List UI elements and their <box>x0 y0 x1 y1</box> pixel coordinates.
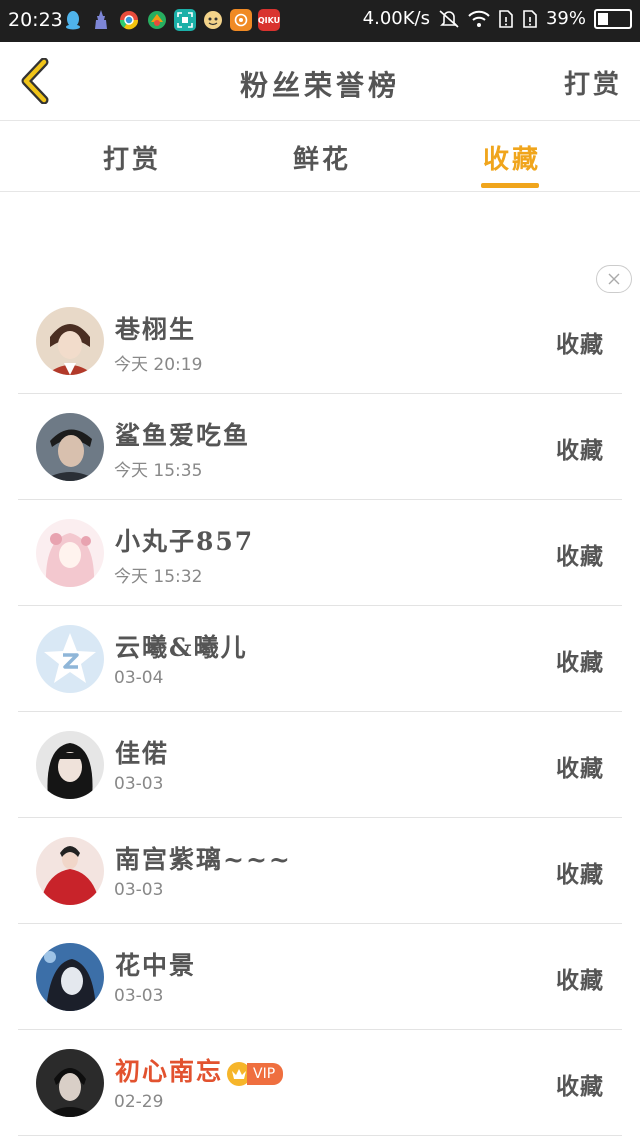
list-item[interactable]: 鲨鱼爱吃鱼 今天 15:35 收藏 <box>18 394 622 500</box>
fan-list: 巷栩生 今天 20:19 收藏 鲨鱼爱吃鱼 今天 15:35 收藏 小丸子857… <box>18 288 622 1136</box>
vip-label: VIP <box>247 1062 284 1085</box>
notification-icons: QIKU <box>62 9 280 31</box>
fan-time: 03-03 <box>114 774 164 794</box>
chrome-icon <box>118 9 140 31</box>
active-tab-indicator <box>481 183 539 188</box>
tab-favorites[interactable]: 收藏 <box>483 139 541 176</box>
tab-flowers[interactable]: 鲜花 <box>293 139 351 176</box>
list-item[interactable]: 小丸子857 今天 15:32 收藏 <box>18 500 622 606</box>
fan-action: 收藏 <box>556 755 604 782</box>
vip-badge: VIP <box>227 1061 284 1086</box>
battery-icon <box>594 8 632 29</box>
fan-action: 收藏 <box>556 967 604 994</box>
fan-name: 南宫紫璃~~~ <box>115 845 292 874</box>
close-icon <box>608 273 620 285</box>
status-right: 4.00K/s 39% <box>363 8 632 29</box>
fan-time: 02-29 <box>114 1092 164 1112</box>
fan-action: 收藏 <box>556 649 604 676</box>
list-item[interactable]: 佳偌 03-03 收藏 <box>18 712 622 818</box>
fan-name: 云曦&曦儿 <box>115 633 248 662</box>
status-time: 20:23 <box>8 9 63 31</box>
tab-bar: 打赏 鲜花 收藏 <box>0 121 640 192</box>
fan-action: 收藏 <box>556 861 604 888</box>
mute-icon <box>439 9 459 28</box>
avatar[interactable] <box>36 413 104 481</box>
page-title: 粉丝荣誉榜 <box>239 69 400 102</box>
tab-reward[interactable]: 打赏 <box>103 139 161 176</box>
fan-time: 03-03 <box>114 986 164 1006</box>
fan-time: 03-03 <box>114 880 164 900</box>
avatar[interactable] <box>36 307 104 375</box>
mail-icon <box>230 9 252 31</box>
fan-action: 收藏 <box>556 437 604 464</box>
qq-icon <box>62 9 84 31</box>
fan-name: 花中景 <box>115 951 197 980</box>
list-item[interactable]: 南宫紫璃~~~ 03-03 收藏 <box>18 818 622 924</box>
avatar[interactable] <box>36 943 104 1011</box>
fan-name: 鲨鱼爱吃鱼 <box>115 421 251 450</box>
fan-action: 收藏 <box>556 331 604 358</box>
fan-name-text: 初心南忘 <box>115 1057 224 1086</box>
reward-button[interactable]: 打赏 <box>564 64 622 101</box>
fan-name: 初心南忘 VIP <box>115 1052 284 1088</box>
status-bar: 20:23 QIKU 4.00K/s 39% <box>0 0 640 42</box>
list-item[interactable]: 花中景 03-03 收藏 <box>18 924 622 1030</box>
fan-name: 巷栩生 <box>115 315 197 344</box>
fan-name: 佳偌 <box>115 739 170 768</box>
net-speed: 4.00K/s <box>362 8 430 29</box>
avatar[interactable] <box>36 1049 104 1117</box>
battery-fill <box>598 12 608 25</box>
avatar[interactable] <box>36 625 104 693</box>
fan-time: 今天 20:19 <box>114 355 203 375</box>
fan-action: 收藏 <box>556 543 604 570</box>
wifi-icon <box>468 10 490 27</box>
face-icon <box>202 9 224 31</box>
list-item[interactable]: 云曦&曦儿 03-04 收藏 <box>18 606 622 712</box>
fan-action: 收藏 <box>556 1073 604 1100</box>
avatar[interactable] <box>36 837 104 905</box>
fan-time: 03-04 <box>114 668 164 688</box>
sim2-icon <box>523 9 537 28</box>
fan-name: 小丸子857 <box>115 527 255 556</box>
fan-time: 今天 15:35 <box>114 461 203 481</box>
map-icon <box>146 9 168 31</box>
scan-icon <box>174 9 196 31</box>
fan-time: 今天 15:32 <box>114 567 203 587</box>
battery-text: 39% <box>545 8 586 29</box>
tower-icon <box>90 9 112 31</box>
list-item[interactable]: 初心南忘 VIP 02-29 收藏 <box>18 1030 622 1136</box>
qiku-icon: QIKU <box>258 9 280 31</box>
page-header: 粉丝荣誉榜 打赏 <box>0 42 640 121</box>
avatar[interactable] <box>36 731 104 799</box>
list-item[interactable]: 巷栩生 今天 20:19 收藏 <box>18 288 622 394</box>
avatar[interactable] <box>36 519 104 587</box>
sim1-icon <box>499 9 513 28</box>
